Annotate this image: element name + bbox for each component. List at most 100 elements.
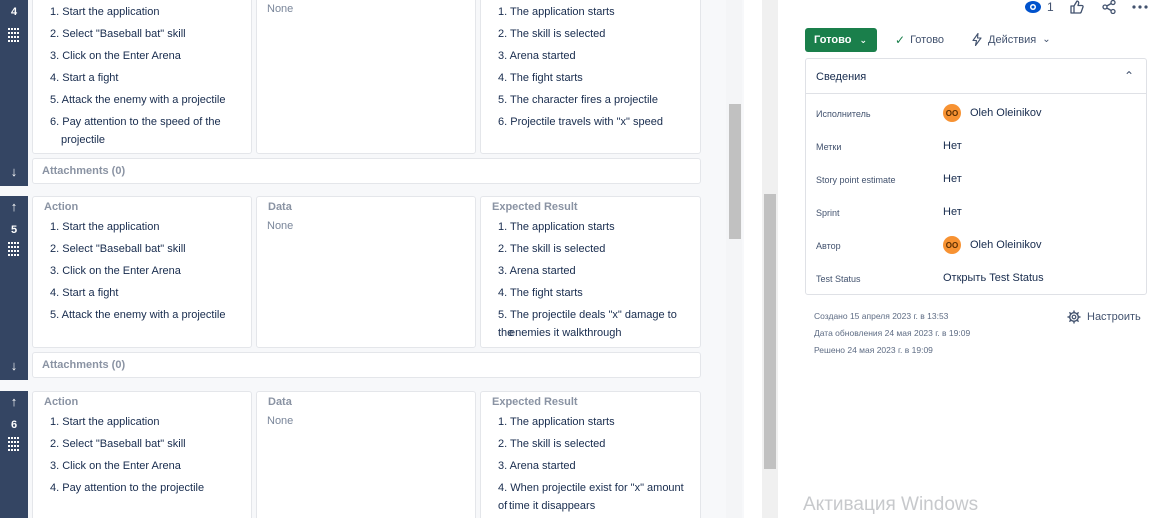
- expected-item: 3. Arena started: [498, 265, 576, 277]
- lightning-icon: [972, 33, 982, 46]
- expected-result-cell[interactable]: Expected Result 1. The application start…: [480, 196, 701, 348]
- step-gutter[interactable]: ↑ 5 ↓: [0, 196, 28, 380]
- data-header: Data: [268, 396, 292, 408]
- drag-handle-icon[interactable]: [8, 28, 20, 42]
- field-value-test-status[interactable]: Открыть Test Status: [943, 272, 1044, 284]
- expected-result-cell[interactable]: 1. The application starts 2. The skill i…: [480, 0, 701, 154]
- drag-handle-icon[interactable]: [8, 242, 20, 256]
- attachments-label: Attachments (0): [42, 165, 126, 177]
- field-label-sprint: Sprint: [816, 208, 840, 218]
- expected-result-cell[interactable]: Expected Result 1. The application start…: [480, 391, 701, 518]
- field-label-test-status: Test Status: [816, 274, 861, 284]
- like-button[interactable]: [1070, 0, 1084, 14]
- field-value-assignee[interactable]: OO Oleh Oleinikov: [943, 104, 1042, 122]
- configure-label: Настроить: [1087, 311, 1141, 323]
- action-item: 3. Click on the Enter Arena: [50, 50, 181, 62]
- expected-item: 1. The application starts: [498, 416, 615, 428]
- created-date: Создано 15 апреля 2023 г. в 13:53: [814, 311, 949, 321]
- data-header: Data: [268, 201, 292, 213]
- avatar: OO: [943, 236, 961, 254]
- steps-scrollbar-thumb[interactable]: [729, 104, 741, 239]
- more-icon: [1132, 5, 1148, 9]
- action-item: 3. Click on the Enter Arena: [50, 265, 181, 277]
- data-cell[interactable]: Data None: [256, 391, 476, 518]
- field-label-reporter: Автор: [816, 241, 841, 251]
- expected-item: time it disappears: [509, 500, 596, 512]
- resolution-label: Готово: [910, 34, 945, 46]
- step-gutter[interactable]: ↑ 6: [0, 391, 28, 518]
- expected-item: 1. The application starts: [498, 221, 615, 233]
- more-button[interactable]: [1132, 0, 1148, 14]
- move-up-icon[interactable]: ↑: [0, 394, 28, 409]
- chevron-down-icon: ⌄: [1042, 34, 1051, 45]
- step-number: 5: [10, 224, 18, 236]
- action-item: 3. Click on the Enter Arena: [50, 460, 181, 472]
- field-value-story-points[interactable]: Нет: [943, 173, 962, 185]
- action-item: 4. Start a fight: [50, 72, 119, 84]
- action-item: 4. Pay attention to the projectile: [50, 482, 205, 494]
- expected-item: 2. The skill is selected: [498, 28, 606, 40]
- field-value-labels[interactable]: Нет: [943, 140, 962, 152]
- step-gutter[interactable]: 4 ↓: [0, 0, 28, 186]
- move-down-icon[interactable]: ↓: [0, 358, 28, 373]
- field-value-reporter[interactable]: OO Oleh Oleinikov: [943, 236, 1042, 254]
- data-value: None: [267, 415, 294, 427]
- check-icon: ✓: [895, 33, 906, 47]
- field-label-labels: Метки: [816, 142, 842, 152]
- action-cell[interactable]: Action 1. Start the application 2. Selec…: [32, 196, 252, 348]
- action-item: 2. Select "Baseball bat" skill: [50, 28, 186, 40]
- data-value: None: [267, 3, 294, 15]
- step-number: 6: [10, 419, 18, 431]
- action-item: 1. Start the application: [50, 416, 160, 428]
- expected-item: 2. The skill is selected: [498, 243, 606, 255]
- actions-button[interactable]: Действия ⌄: [972, 33, 1051, 46]
- expected-item: 2. The skill is selected: [498, 438, 606, 450]
- action-item: projectile: [61, 134, 106, 146]
- share-button[interactable]: [1102, 0, 1116, 14]
- steps-scrollbar[interactable]: [726, 0, 742, 518]
- action-item: 4. Start a fight: [50, 287, 119, 299]
- test-step-5: ↑ 5 ↓ Action 1. Start the application 2.…: [0, 196, 744, 380]
- field-label-story-points: Story point estimate: [816, 175, 896, 185]
- share-icon: [1102, 0, 1116, 14]
- action-item: 2. Select "Baseball bat" skill: [50, 243, 186, 255]
- test-step-6: ↑ 6 Action 1. Start the application 2. S…: [0, 391, 744, 518]
- data-cell[interactable]: None: [256, 0, 476, 154]
- action-item: 5. Attack the enemy with a projectile: [50, 309, 226, 321]
- move-up-icon[interactable]: ↑: [0, 199, 28, 214]
- attachments-label: Attachments (0): [42, 359, 126, 371]
- expected-item: 3. Arena started: [498, 460, 576, 472]
- test-step-4: 4 ↓ 1. Start the application 2. Select "…: [0, 0, 744, 186]
- field-label-assignee: Исполнитель: [816, 109, 871, 119]
- configure-button[interactable]: Настроить: [1067, 310, 1141, 324]
- expected-item: 1. The application starts: [498, 6, 615, 18]
- thumbs-up-icon: [1070, 0, 1084, 14]
- chevron-down-icon: ⌄: [859, 34, 867, 45]
- resolution-status: ✓ Готово: [895, 33, 944, 47]
- action-item: 6. Pay attention to the speed of the: [50, 116, 221, 128]
- attachments-bar[interactable]: Attachments (0): [32, 352, 701, 378]
- attachments-bar[interactable]: Attachments (0): [32, 158, 701, 184]
- action-cell[interactable]: 1. Start the application 2. Select "Base…: [32, 0, 252, 154]
- resolved-date: Решено 24 мая 2023 г. в 19:09: [814, 345, 933, 355]
- move-down-icon[interactable]: ↓: [0, 164, 28, 179]
- action-cell[interactable]: Action 1. Start the application 2. Selec…: [32, 391, 252, 518]
- main-scrollbar-thumb[interactable]: [764, 194, 776, 469]
- chevron-up-icon[interactable]: ⌃: [1124, 69, 1134, 83]
- expected-item: 6. Projectile travels with "x" speed: [498, 116, 663, 128]
- drag-handle-icon[interactable]: [8, 437, 20, 451]
- field-value-sprint[interactable]: Нет: [943, 206, 962, 218]
- action-item: 2. Select "Baseball bat" skill: [50, 438, 186, 450]
- action-item: 5. Attack the enemy with a projectile: [50, 94, 226, 106]
- expected-header: Expected Result: [492, 396, 578, 408]
- avatar: OO: [943, 104, 961, 122]
- data-cell[interactable]: Data None: [256, 196, 476, 348]
- watchers-count: 1: [1047, 0, 1054, 14]
- watch-button[interactable]: 1: [1024, 0, 1054, 14]
- windows-activation-watermark: Активация Windows: [803, 494, 979, 515]
- expected-item: 5. The character fires a projectile: [498, 94, 658, 106]
- details-header[interactable]: Сведения ⌃: [806, 59, 1146, 94]
- test-steps-panel: 4 ↓ 1. Start the application 2. Select "…: [0, 0, 744, 518]
- details-title: Сведения: [816, 71, 867, 83]
- status-button[interactable]: Готово ⌄: [805, 28, 877, 52]
